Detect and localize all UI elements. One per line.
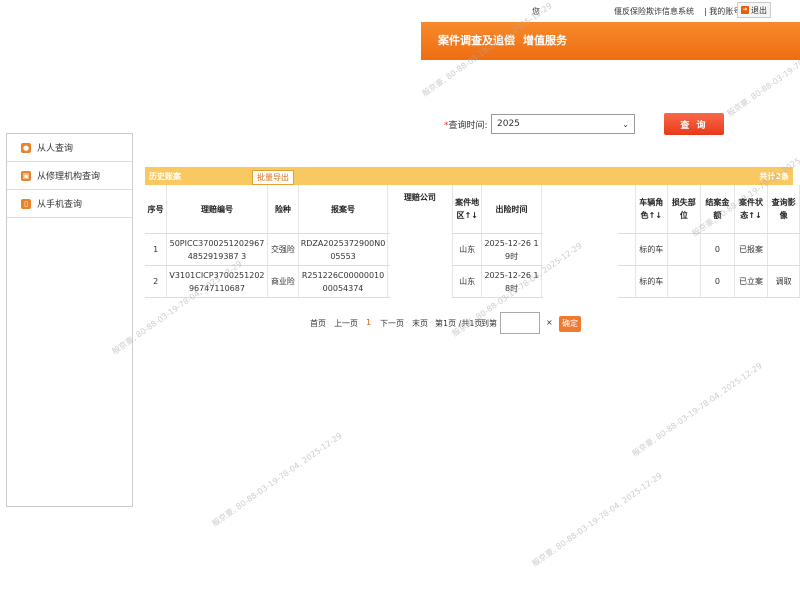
repair-shop-icon: ▣ <box>21 170 31 181</box>
query-button[interactable]: 查 询 <box>664 113 724 135</box>
col-header-sortable[interactable]: 车辆角色↑↓ <box>635 185 668 234</box>
col-header: 理赔编号 <box>166 185 268 234</box>
table-cell: 交强险 <box>267 233 300 266</box>
header-my-account-link[interactable]: | 我的账号 <box>704 6 741 17</box>
table-cell: 标的车 <box>635 233 668 266</box>
logout-button[interactable]: ➜ 退出 <box>737 2 771 18</box>
table-cell: RDZA2025372900N005553 <box>298 233 388 266</box>
table-cell <box>767 233 800 266</box>
pager-goto-input[interactable] <box>500 312 540 334</box>
table-cell: 山东 <box>452 265 483 298</box>
table-cell: 山东 <box>452 233 483 266</box>
history-bar: 历史账案 批量导出 共计2条 <box>145 167 793 185</box>
table-row: 1 50PICC37002512029674852919387 3 交强险 RD… <box>145 233 800 266</box>
sidebar-item-label: 从手机查询 <box>37 200 83 210</box>
query-time-label: *查询时间: <box>444 121 488 131</box>
sidebar-item-person-query[interactable]: ● 从人查询 <box>7 134 132 162</box>
query-year-value: 2025 <box>497 119 520 129</box>
redaction-mask <box>390 208 452 304</box>
pager-separator: × <box>546 318 553 327</box>
chevron-down-icon: ⌄ <box>622 119 629 129</box>
table-row: 2 V3101CICP370025120296747110687 商业险 R25… <box>145 265 800 298</box>
pager-last[interactable]: 末页 <box>412 318 428 329</box>
table-cell: 标的车 <box>635 265 668 298</box>
col-header: 出险时间 <box>481 185 542 234</box>
nav-item-value-added-services[interactable]: 增值服务 <box>523 22 567 60</box>
header-links: 您 偃反保险欺诈信息系统 | 我的账号 <box>532 4 741 18</box>
logout-label: 退出 <box>751 5 767 15</box>
history-title: 历史账案 <box>149 172 181 181</box>
header-system-name[interactable]: 偃反保险欺诈信息系统 <box>614 6 694 17</box>
table-cell: 2 <box>145 265 168 298</box>
logout-icon: ➜ <box>741 6 749 14</box>
pager-first[interactable]: 首页 <box>310 318 326 329</box>
watermark: 殷京豪, 80-88-03-19-78-04, 2025-12-29 <box>630 361 764 459</box>
col-header-sortable[interactable]: 案件地区↑↓ <box>452 185 483 234</box>
table-cell: 0 <box>700 265 735 298</box>
watermark: 殷京豪, 80-88-03-19-78-04, 2025-12-29 <box>530 471 664 569</box>
table-cell <box>667 265 702 298</box>
sidebar: ● 从人查询 ▣ 从修理机构查询 ▯ 从手机查询 <box>6 133 133 507</box>
col-header: 险种 <box>267 185 300 234</box>
table-cell: 50PICC37002512029674852919387 3 <box>166 233 268 266</box>
phone-icon: ▯ <box>21 198 31 209</box>
sidebar-item-phone-query[interactable]: ▯ 从手机查询 <box>7 190 132 218</box>
batch-export-button[interactable]: 批量导出 <box>252 170 294 185</box>
pager-current[interactable]: 1 <box>366 318 371 327</box>
col-header: 序号 <box>145 185 168 234</box>
table-cell: 0 <box>700 233 735 266</box>
table-cell: 已立案 <box>734 265 769 298</box>
col-header: 查询影像 <box>767 185 800 234</box>
sidebar-item-label: 从修理机构查询 <box>37 172 101 182</box>
table-cell: R251226C0000001000054374 <box>298 265 388 298</box>
col-header: 报案号 <box>298 185 388 234</box>
table-cell: 1 <box>145 233 168 266</box>
table-cell: 商业险 <box>267 265 300 298</box>
results-table: 序号 理赔编号 险种 报案号 理赔公司 案件地区↑↓ 出险时间 车辆角色↑↓ 损… <box>145 185 800 298</box>
query-year-select[interactable]: 2025 ⌄ <box>491 114 635 134</box>
pager-next[interactable]: 下一页 <box>380 318 404 329</box>
sidebar-item-repair-shop-query[interactable]: ▣ 从修理机构查询 <box>7 162 132 190</box>
watermark: 殷京豪, 80-88-03-19-78-04, 2025-12-29 <box>210 431 344 529</box>
pager-go-button[interactable]: 确定 <box>559 316 581 332</box>
table-cell: 2025-12-26 19时 <box>481 233 542 266</box>
pager-prev[interactable]: 上一页 <box>334 318 358 329</box>
table-cell: 已报案 <box>734 233 769 266</box>
view-image-link[interactable]: 调取 <box>767 265 800 298</box>
person-icon: ● <box>21 142 31 153</box>
sidebar-item-label: 从人查询 <box>37 144 74 154</box>
